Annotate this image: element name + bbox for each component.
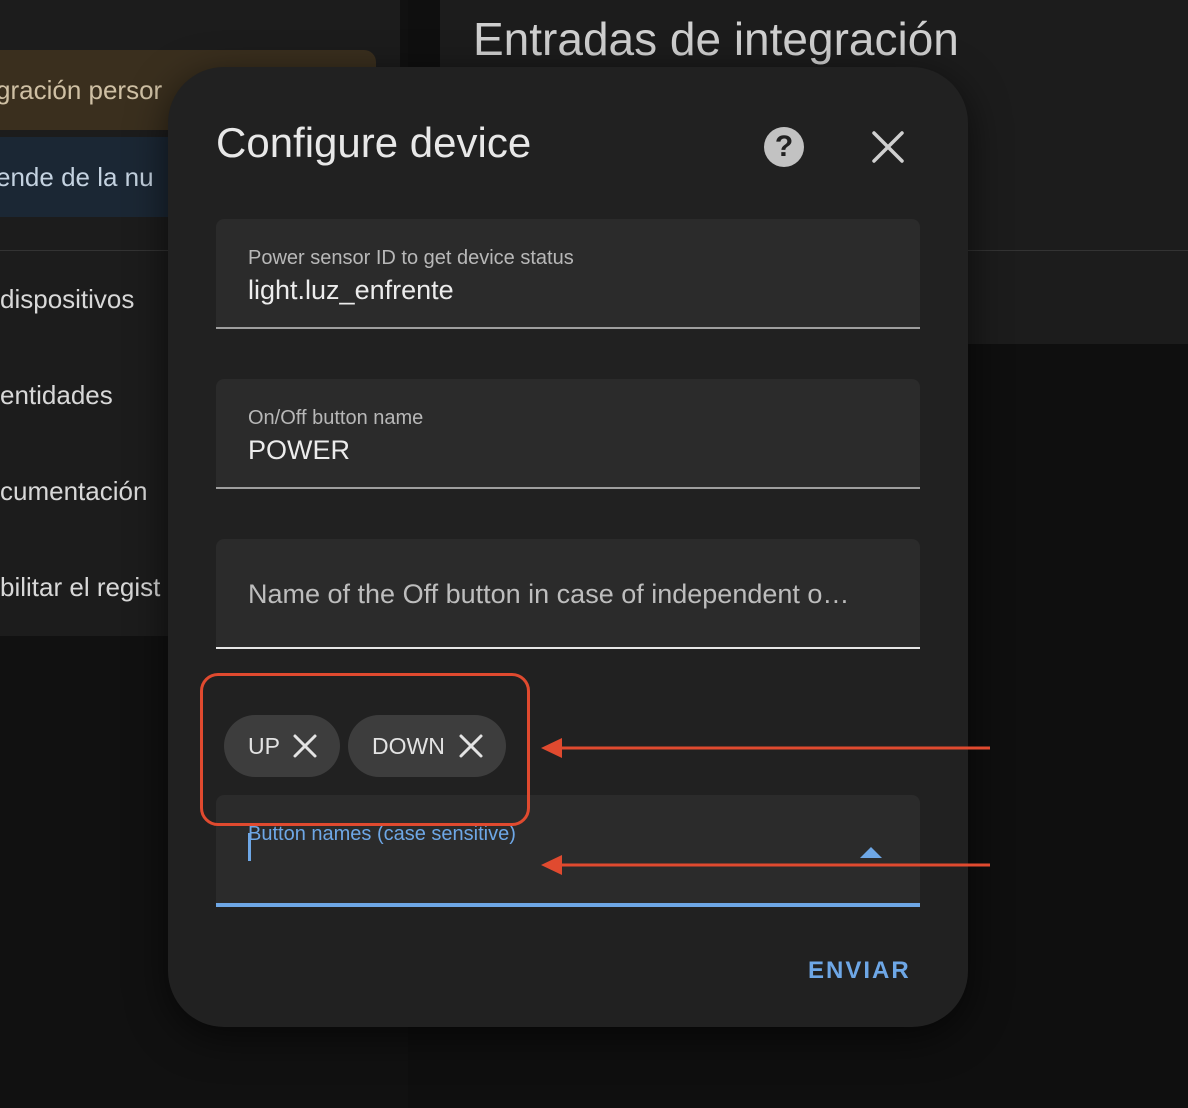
annotation-arrow-input-head <box>541 855 562 875</box>
annotation-arrows <box>541 738 990 875</box>
annotation-arrow-chips-head <box>541 738 562 758</box>
